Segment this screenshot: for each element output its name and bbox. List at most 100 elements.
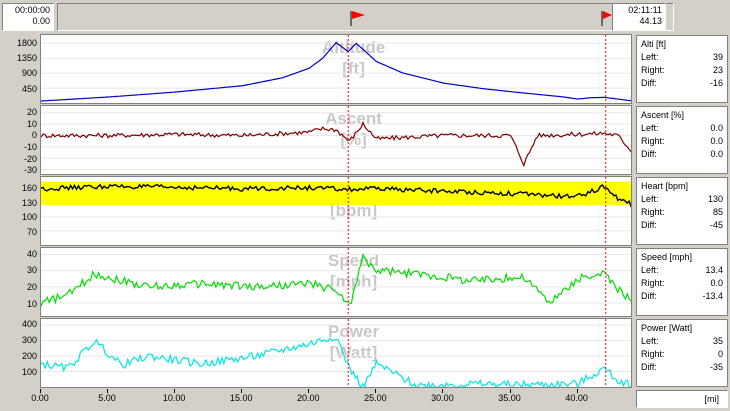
speed-diff-value: -13.4: [702, 291, 723, 301]
power-y-tick: 400: [21, 319, 37, 330]
heart-chart-svg: [41, 177, 631, 245]
altitude-right-value: 23: [712, 65, 723, 75]
ascent-diff-value: 0.0: [710, 149, 723, 159]
power-graph[interactable]: Power [Watt]: [40, 318, 632, 388]
power-y-tick: 200: [21, 351, 37, 362]
ascent-diff-label: Diff:: [641, 149, 657, 159]
altitude-diff-value: -16: [709, 78, 723, 88]
heart-info-left-row: Left: 130: [641, 193, 723, 206]
speed-chart-svg: [41, 248, 631, 316]
heart-y-tick: 130: [21, 197, 37, 208]
speed-y-tick: 30: [26, 265, 37, 276]
x-axis-tick-mark: [174, 389, 176, 393]
altitude-graph[interactable]: Altitude [ft]: [40, 34, 632, 104]
x-axis-tick-label: 40.00: [565, 393, 588, 403]
altitude-info-title: Alti [ft]: [641, 39, 667, 49]
ascent-left-value: 0.0: [710, 123, 723, 133]
ascent-y-tick: -10: [23, 142, 37, 152]
ascent-right-label: Right:: [641, 136, 665, 146]
power-series-line: [41, 337, 631, 387]
x-axis-tick-mark: [40, 389, 41, 393]
heart-left-value: 130: [707, 194, 723, 204]
heart-graph[interactable]: Heart Rate[bpm]: [40, 176, 632, 246]
x-axis-tick-label: 35.00: [498, 393, 521, 403]
x-axis-tick-label: 30.00: [431, 393, 454, 403]
ascent-y-tick: -20: [23, 153, 37, 164]
left-time: 00:00:00: [14, 5, 50, 15]
x-axis-tick-label: 10.00: [162, 393, 186, 403]
speed-diff-label: Diff:: [641, 291, 657, 301]
power-right-value: 0: [717, 349, 723, 359]
altitude-diff-label: Diff:: [641, 78, 657, 88]
heart-y-tick: 100: [21, 212, 37, 223]
power-info-title: Power [Watt]: [641, 323, 693, 333]
x-axis-tick-mark: [576, 389, 578, 393]
altitude-info-right-row: Right: 23: [641, 64, 723, 77]
speed-y-axis: 40 30 20 10: [0, 247, 40, 317]
heart-diff-value: -45: [709, 220, 723, 230]
speed-info-left-row: Left: 13.4: [641, 264, 723, 277]
speed-series-line: [41, 252, 631, 307]
left-position-readout: 00:00:00 0.00: [2, 3, 54, 31]
heart-info-diff-row: Diff: -45: [641, 219, 723, 232]
x-axis-tick-mark: [509, 389, 511, 393]
x-axis-tick-mark: [241, 389, 243, 393]
power-diff-label: Diff:: [641, 362, 657, 372]
speed-left-label: Left:: [641, 265, 659, 275]
x-axis-tick-label: 15.00: [229, 393, 253, 403]
left-distance: 0.00: [32, 16, 50, 26]
x-axis-tick-label: 0.00: [31, 393, 49, 403]
power-info-right-row: Right: 0: [641, 348, 723, 361]
power-info-panel: Power [Watt] Left: 35 Right: 0 Diff: -35: [636, 319, 728, 387]
speed-right-label: Right:: [641, 278, 665, 288]
ascent-graph[interactable]: Ascent [%]: [40, 105, 632, 175]
heart-diff-label: Diff:: [641, 220, 657, 230]
heart-y-axis: 160 130 100 70: [0, 176, 40, 246]
ascent-right-value: 0.0: [710, 136, 723, 146]
ascent-chart-svg: [41, 106, 631, 174]
x-axis-tick-mark: [308, 389, 310, 393]
ascent-info-title: Ascent [%]: [641, 110, 685, 120]
ascent-y-tick: 10: [26, 118, 37, 129]
right-marker-flag-icon[interactable]: [600, 10, 614, 26]
altitude-y-tick: 450: [21, 83, 37, 94]
altitude-info-left-row: Left: 39: [641, 51, 723, 64]
x-axis-tick-mark: [375, 389, 377, 393]
x-axis-tick-label: 20.00: [297, 393, 320, 403]
ascent-y-tick: 0: [31, 130, 37, 141]
power-left-label: Left:: [641, 336, 659, 346]
power-y-tick: 100: [21, 367, 37, 378]
speed-y-tick: 10: [26, 298, 37, 309]
altitude-y-tick: 1800: [16, 37, 37, 48]
ascent-y-tick: 20: [26, 107, 37, 117]
altitude-y-axis: 1800 1350 900 450: [0, 34, 40, 104]
speed-info-diff-row: Diff: -13.4: [641, 290, 723, 303]
speed-info-right-row: Right: 0.0: [641, 277, 723, 290]
ascent-y-axis: 20 10 0 -10 -20 -30: [0, 105, 40, 175]
x-axis-tick-label: 5.00: [98, 393, 116, 403]
heart-y-tick: 70: [26, 226, 37, 237]
heart-info-title: Heart [bpm]: [641, 181, 689, 191]
right-time: 02:11:11: [628, 5, 662, 15]
x-axis-tick-mark: [107, 389, 109, 393]
x-unit-box: [mi]: [636, 390, 728, 408]
left-marker-flag-icon[interactable]: [349, 10, 367, 26]
speed-y-tick: 20: [26, 282, 37, 292]
power-info-diff-row: Diff: -35: [641, 361, 723, 374]
altitude-y-tick: 1350: [16, 52, 37, 63]
speed-y-tick: 40: [26, 248, 37, 259]
heart-right-value: 85: [712, 207, 723, 217]
x-unit-label: [mi]: [704, 394, 720, 404]
power-chart-svg: [41, 319, 631, 387]
speed-info-title: Speed [mph]: [641, 252, 693, 262]
power-y-tick: 300: [21, 335, 37, 346]
ascent-y-tick: -30: [23, 165, 37, 176]
right-distance: 44.13: [639, 16, 662, 26]
power-info-left-row: Left: 35: [641, 335, 723, 348]
ascent-info-diff-row: Diff: 0.0: [641, 148, 723, 161]
x-axis-tick-label: 25.00: [364, 393, 387, 403]
heart-left-label: Left:: [641, 194, 659, 204]
right-position-readout: 02:11:11 44.13: [612, 3, 666, 31]
ascent-left-label: Left:: [641, 123, 659, 133]
speed-graph[interactable]: Speed [mph]: [40, 247, 632, 317]
